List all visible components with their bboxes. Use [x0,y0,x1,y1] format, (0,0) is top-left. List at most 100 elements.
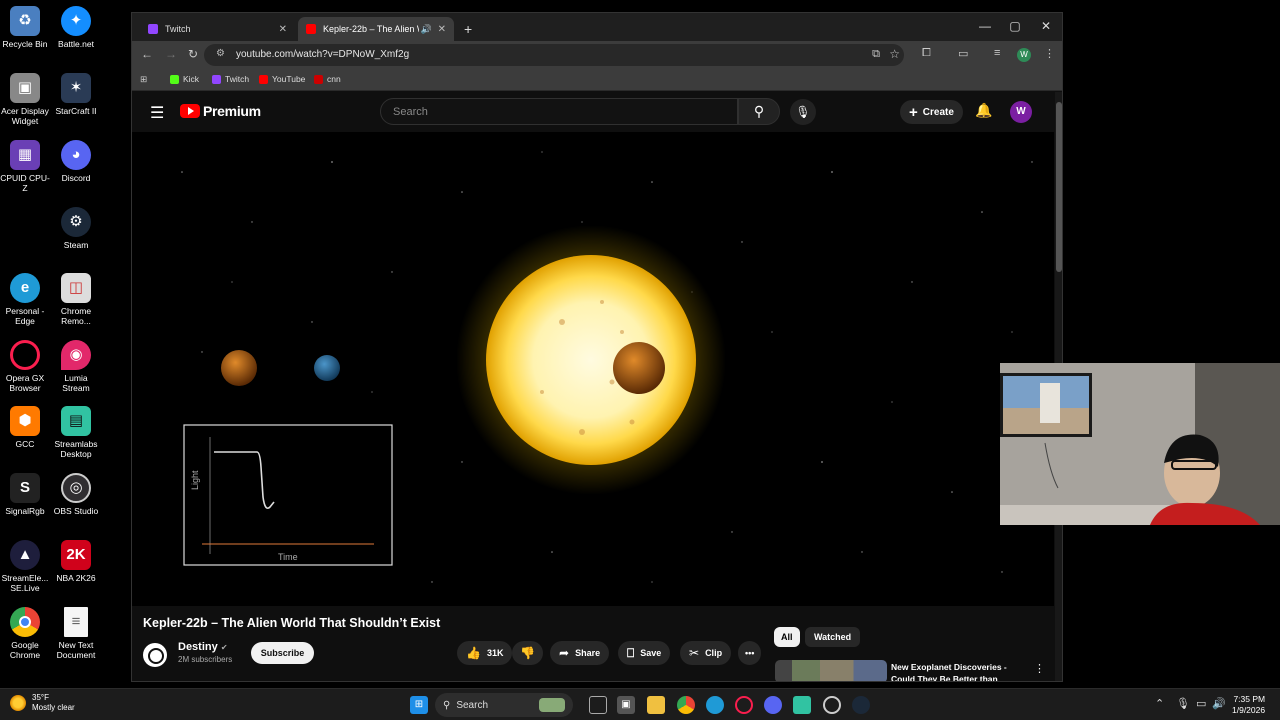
desktop-icon-opera-gx[interactable]: Opera GX Browser [0,340,50,393]
desktop-icon-chrome-remote[interactable]: ◫ Chrome Remo... [51,273,101,326]
youtube-premium-logo[interactable]: Premium [180,103,261,119]
discord-taskbar-icon[interactable] [764,696,782,714]
filter-chip-all[interactable]: All [774,627,800,647]
bookmark-youtube[interactable]: YouTube [259,74,305,84]
planet-blue [314,355,340,381]
install-app-icon[interactable]: ⧉ [872,48,880,61]
start-button-icon[interactable]: ⊞ [410,696,428,714]
streamlabs-taskbar-icon[interactable] [793,696,811,714]
clip-button[interactable]: ✂ Clip [680,641,732,665]
desktop-icon-text-document[interactable]: ≡ New Text Document [51,607,101,660]
desktop-icon-steam[interactable]: ⚙ Steam [51,207,101,250]
close-window-icon[interactable]: ✕ [1031,19,1061,33]
close-tab-icon[interactable]: ✕ [438,24,446,35]
desktop-icon-edge[interactable]: e Personal - Edge [0,273,50,326]
star-kepler-22 [486,255,696,465]
desktop-icon-cpuz[interactable]: ▦ CPUID CPU-Z [0,140,50,193]
audio-playing-icon[interactable]: 🔊 [421,24,432,35]
taskbar-search[interactable]: ⚲ Search [435,693,573,717]
obs-taskbar-icon[interactable] [823,696,841,714]
share-button[interactable]: ➦ Share [550,641,610,665]
discord-icon: ◕ [61,140,91,170]
notifications-bell-icon[interactable]: 🔔 [975,102,992,119]
channel-name[interactable]: Destiny ✔ [178,641,228,653]
chrome-icon [10,607,40,637]
graph-y-label: Light [190,470,200,490]
desktop-icon-gcc[interactable]: ⬢ GCC [0,406,50,449]
back-icon[interactable]: ← [141,47,153,61]
address-bar[interactable]: ⚙ youtube.com/watch?v=DPNoW_Xmf2g ⧉ ☆ [204,44,904,66]
site-info-icon[interactable]: ⚙ [216,48,225,59]
desktop-icon-recycle-bin[interactable]: ♻ Recycle Bin [0,6,50,49]
bookmark-twitch[interactable]: Twitch [212,74,249,84]
weather-sun-icon [10,695,26,711]
desktop-icon-obs[interactable]: ◎ OBS Studio [51,473,101,516]
streamelements-icon: ▲ [10,540,40,570]
dislike-button[interactable]: 👎 [512,641,543,665]
minimize-icon[interactable]: — [970,19,1000,33]
recommendation-title[interactable]: New Exoplanet Discoveries - Could They B… [891,661,1031,681]
desktop-icon-nba2k[interactable]: 2K NBA 2K26 [51,540,101,583]
desktop-icon-battlenet[interactable]: ✦ Battle.net [51,6,101,49]
scrollbar-thumb[interactable] [1056,102,1062,272]
thumbs-up-icon: 👍 [466,646,481,660]
weather-widget[interactable]: 35°F Mostly clear [10,693,75,713]
tab-kepler-video[interactable]: Kepler-22b – The Alien Wor 🔊 ✕ [298,17,454,41]
microphone-tray-icon[interactable]: 🎙 [1176,697,1190,710]
recommendation-menu-icon[interactable]: ⋮ [1034,662,1045,675]
desktop-icon-discord[interactable]: ◕ Discord [51,140,101,183]
widgets-icon[interactable]: ▣ [617,696,635,714]
like-button[interactable]: 👍 31K [457,641,513,665]
search-box [380,98,738,125]
chrome-taskbar-icon[interactable] [677,696,695,714]
battlenet-icon: ✦ [61,6,91,36]
search-input[interactable] [381,99,701,124]
tray-overflow-icon[interactable]: ⌃ [1155,697,1164,710]
volume-tray-icon[interactable]: 🔊 [1212,697,1226,710]
hamburger-menu-icon[interactable]: ☰ [150,103,164,123]
tab-twitch[interactable]: Twitch ✕ [140,17,295,41]
cpuz-icon: ▦ [10,140,40,170]
edge-taskbar-icon[interactable] [706,696,724,714]
more-actions-button[interactable]: ••• [738,641,762,665]
save-button[interactable]: ⎕ Save [618,641,671,665]
forward-icon[interactable]: → [165,47,177,61]
desktop-icon-streamelements[interactable]: ▲ StreamEle... SE.Live [0,540,50,593]
reload-icon[interactable]: ↻ [188,47,198,61]
filter-chip-watched[interactable]: Watched [805,627,861,647]
desktop-icon-lumia[interactable]: ◉ Lumia Stream [51,340,101,393]
steam-taskbar-icon[interactable] [852,696,870,714]
media-controls-icon[interactable]: ≡ [994,47,1000,59]
desktop-icon-signalrgb[interactable]: S SignalRgb [0,473,50,516]
bookmark-kick[interactable]: Kick [170,74,199,84]
create-button[interactable]: + Create [900,100,963,124]
search-icon: ⚲ [443,699,451,711]
video-player[interactable]: Light Time [132,132,1054,606]
side-panel-icon[interactable]: ▭ [958,47,968,60]
profile-avatar[interactable]: W [1017,48,1031,62]
search-button[interactable]: ⚲ [738,98,780,125]
desktop-icon-chrome[interactable]: Google Chrome [0,607,50,660]
taskbar-clock[interactable]: 7:35 PM 1/9/2026 [1232,694,1265,716]
apps-grid-icon[interactable]: ⊞ [140,74,147,85]
bookmark-cnn[interactable]: cnn [314,74,341,84]
file-explorer-icon[interactable] [647,696,665,714]
task-view-icon[interactable] [589,696,607,714]
voice-search-button[interactable]: 🎙 [790,99,816,125]
channel-avatar[interactable] [143,643,167,667]
network-tray-icon[interactable]: ▭ [1196,697,1206,710]
more-options-icon[interactable]: ⋮ [1044,47,1055,60]
maximize-icon[interactable]: ▢ [1000,19,1030,33]
new-tab-button[interactable]: + [456,17,480,41]
bookmark-star-icon[interactable]: ☆ [889,47,900,61]
desktop-icon-starcraft[interactable]: ✶ StarCraft II [51,73,101,116]
subscribe-button[interactable]: Subscribe [251,642,314,664]
graph-x-label: Time [278,552,298,562]
desktop-icon-acer-display[interactable]: ▣ Acer Display Widget [0,73,50,126]
desktop-icon-streamlabs[interactable]: ▤ Streamlabs Desktop [51,406,101,459]
extensions-icon[interactable]: ⧠ [922,47,931,60]
recommendation-thumbnail[interactable] [775,660,887,681]
close-tab-icon[interactable]: ✕ [279,24,287,35]
opera-gx-taskbar-icon[interactable] [735,696,753,714]
account-avatar[interactable]: W [1010,101,1032,123]
